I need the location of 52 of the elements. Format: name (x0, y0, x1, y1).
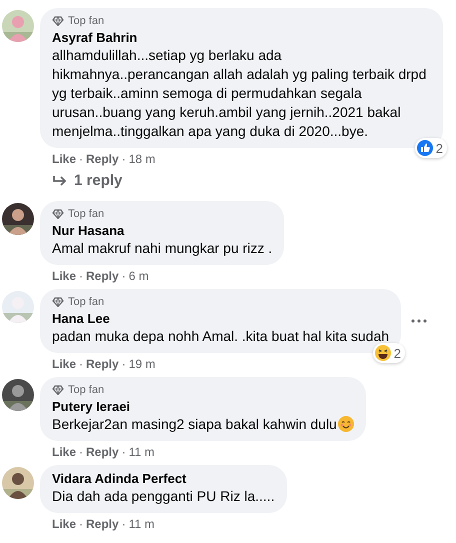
commenter-name[interactable]: Nur Hasana (52, 223, 272, 239)
separator-dot: · (122, 516, 126, 530)
like-link[interactable]: Like (52, 444, 76, 458)
comment-time[interactable]: 11 m (128, 444, 154, 458)
like-link[interactable]: Like (52, 268, 76, 282)
commenter-name[interactable]: Asyraf Bahrin (52, 30, 431, 46)
reply-link[interactable]: Reply (86, 356, 119, 370)
comment-text: allhamdulillah...setiap yg berlaku ada hikmahnya..perancangan allah adalah yg paling terbaik drpd yg terbaik..aminn semoga di permudahkan segala urusan..buang yang keruh.ambil yang jernih..2021 bakal menjelma..tinggalkan apa yang duka di 2020...bye. (52, 46, 428, 141)
thumbs-up-icon (416, 140, 433, 156)
top-fan-label: Top fan (68, 14, 104, 28)
like-link[interactable]: Like (52, 356, 76, 370)
like-link[interactable]: Like (52, 152, 76, 166)
comment-text: padan muka depa nohh Amal. .kita buat hal kita sudah (52, 327, 390, 346)
comment-time[interactable]: 19 m (128, 356, 156, 370)
commenter-name[interactable]: Hana Lee (52, 311, 390, 327)
comment-time[interactable]: 18 m (128, 152, 156, 166)
more-options-icon[interactable] (411, 319, 428, 323)
diamond-icon (52, 209, 64, 219)
separator-dot: · (79, 356, 84, 370)
reaction-number: 2 (394, 346, 402, 360)
separator-dot: · (79, 516, 84, 530)
reaction-count[interactable]: 2 (414, 138, 447, 158)
top-fan-label: Top fan (68, 207, 104, 221)
reply-arrow-icon (52, 174, 68, 186)
comment-text: Dia dah ada pengganti PU Riz la..... (52, 487, 275, 506)
commenter-name[interactable]: Vidara Adinda Perfect (52, 471, 275, 487)
reaction-number: 2 (436, 140, 443, 156)
top-fan-label: Top fan (68, 295, 104, 309)
reaction-count[interactable]: 2 (372, 343, 406, 363)
separator-dot: · (122, 152, 126, 166)
separator-dot: · (122, 444, 126, 458)
separator-dot: · (122, 356, 126, 370)
diamond-icon (52, 297, 64, 307)
view-replies-link[interactable]: 1 reply (40, 166, 456, 195)
reply-link[interactable]: Reply (86, 516, 119, 530)
separator-dot: · (79, 444, 84, 458)
like-link[interactable]: Like (52, 516, 76, 530)
comment-time[interactable]: 11 m (128, 516, 154, 530)
top-fan-label: Top fan (68, 383, 104, 397)
separator-dot: · (79, 268, 84, 282)
laughing-face-icon (374, 345, 391, 361)
comment-text: Amal makruf nahi mungkar pu rizz . (52, 239, 272, 258)
separator-dot: · (79, 152, 84, 166)
diamond-icon (52, 16, 64, 26)
reply-link[interactable]: Reply (86, 268, 119, 282)
reply-link[interactable]: Reply (86, 444, 119, 458)
separator-dot: · (122, 268, 126, 282)
comment-time[interactable]: 6 m (128, 268, 149, 282)
commenter-name[interactable]: Putery Ieraei (52, 399, 354, 415)
comment-text: Berkejar2an masing2 siapa bakal kahwin dulu (52, 415, 354, 434)
diamond-icon (52, 385, 64, 395)
reply-link[interactable]: Reply (86, 152, 119, 166)
